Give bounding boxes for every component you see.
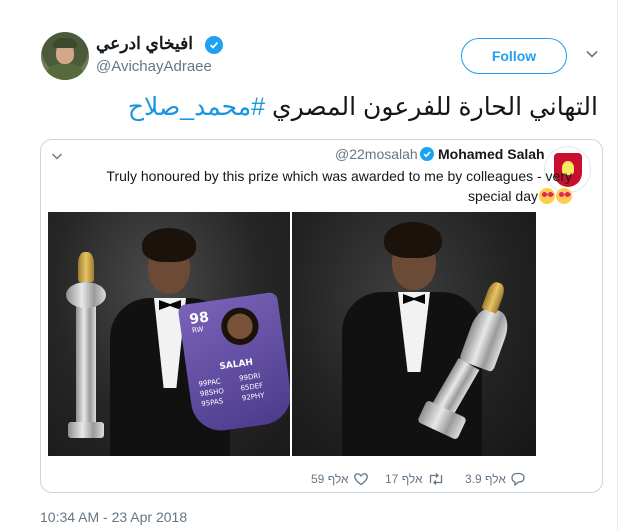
retweet-action[interactable]: 17 אלף [385,471,445,487]
author-handle[interactable]: @AvichayAdraee [96,58,212,75]
author-display-name[interactable]: افيخاي ادرعي [96,34,193,54]
retweet-count: 17 אלף [385,472,423,486]
reply-action[interactable]: 3.9 אלף [465,471,526,487]
tweet-text: التهاني الحارة للفرعون المصري #محمد_صلاح [128,92,598,122]
quoted-verified-badge-icon [420,147,434,161]
heart-eyes-emoji-icon [539,188,555,204]
tweet-timestamp[interactable]: 10:34 AM - 23 Apr 2018 [40,509,187,525]
quoted-handle[interactable]: @22mosalah [335,146,418,162]
tweet-body: التهاني الحارة للفرعون المصري [272,93,598,121]
fifa-card-stats: 99PAC 99DRI 98SHO 65DEF 95PAS 92PHY [198,368,283,409]
verified-badge-icon [205,36,223,54]
fifa-card-portrait [214,304,267,359]
fifa-player-card: 98 RW SALAH 99PAC 99DRI 98SHO 65DEF 95PA… [177,291,295,435]
quoted-display-name[interactable]: Mohamed Salah [438,146,545,162]
like-action[interactable]: 59 אלף [311,471,369,487]
like-count: 59 אלף [311,472,349,486]
author-avatar[interactable] [41,32,89,80]
photo-salah-with-trophy[interactable] [292,212,536,456]
chevron-down-icon[interactable] [585,47,599,61]
follow-button[interactable]: Follow [461,38,567,74]
quoted-chevron-down-icon[interactable] [51,150,63,162]
heart-icon[interactable] [353,471,369,487]
reply-count: 3.9 אלף [465,472,506,486]
reply-icon[interactable] [510,471,526,487]
heart-eyes-emoji-icon [556,188,572,204]
quoted-tweet-text: Truly honoured by this prize which was a… [102,166,572,206]
hashtag-link[interactable]: #محمد_صلاح [128,93,265,121]
retweet-icon[interactable] [427,471,445,487]
quoted-tweet-body: Truly honoured by this prize which was a… [106,168,572,204]
fifa-card-position: RW [191,325,205,335]
